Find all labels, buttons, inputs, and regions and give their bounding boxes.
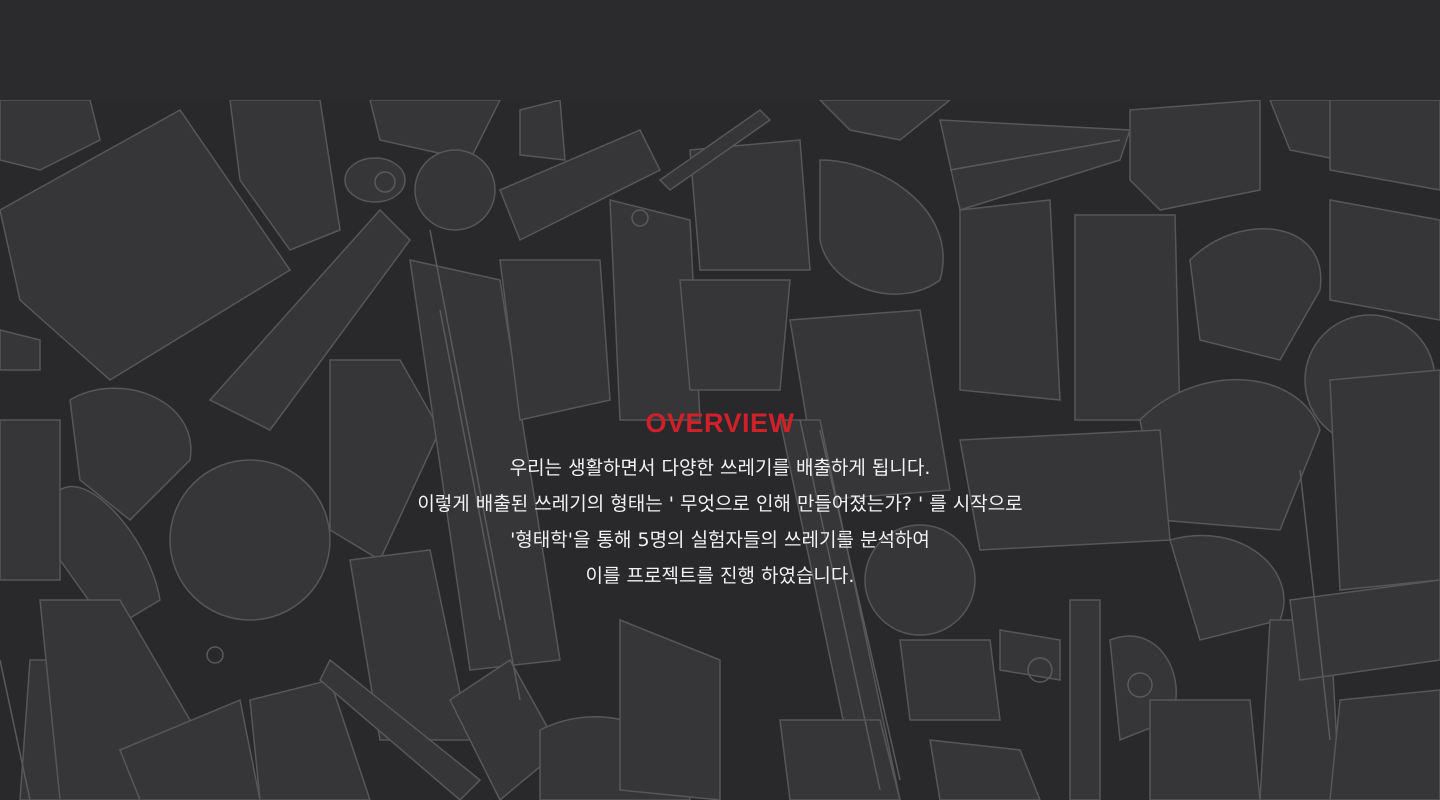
overview-line: 이렇게 배출된 쓰레기의 형태는 ' 무엇으로 인해 만들어졌는가? ' 를 시… — [417, 493, 1023, 515]
overview-description: 우리는 생활하면서 다양한 쓰레기를 배출하게 됩니다. 이렇게 배출된 쓰레기… — [320, 450, 1120, 594]
overview-line: 우리는 생활하면서 다양한 쓰레기를 배출하게 됩니다. — [509, 457, 931, 479]
overview-line: 이를 프로젝트를 진행 하였습니다. — [585, 565, 855, 587]
overview-line: '형태학'을 통해 5명의 실험자들의 쓰레기를 분석하여 — [510, 529, 930, 551]
top-bar — [0, 0, 1440, 100]
overview-title: OVERVIEW — [645, 408, 795, 439]
overview-section: OVERVIEW 우리는 생활하면서 다양한 쓰레기를 배출하게 됩니다. 이렇… — [0, 100, 1440, 800]
